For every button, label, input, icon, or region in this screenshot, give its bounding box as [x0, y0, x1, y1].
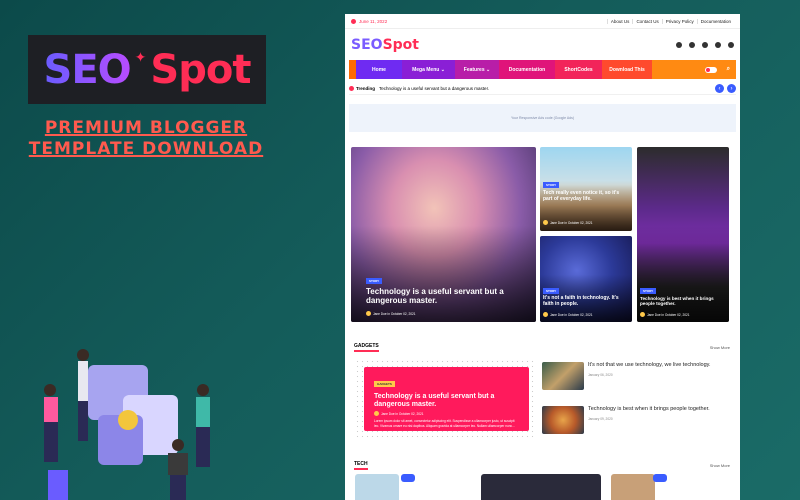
- gadget-title[interactable]: Technology is a useful servant but a dan…: [374, 393, 519, 408]
- gadget-description: Lorem ipsum dolor sit amet, consectetur …: [374, 419, 515, 428]
- featured-card-main[interactable]: STORY Technology is a useful servant but…: [351, 147, 536, 322]
- list-item[interactable]: Technology is best when it brings people…: [542, 406, 732, 434]
- featured-meta: Jane Doe in October 02, 2021: [543, 220, 593, 225]
- star-icon: ✦: [134, 49, 147, 65]
- nav-tools: ⌕: [652, 60, 736, 79]
- list-date: January 06, 2020: [588, 372, 613, 377]
- dark-mode-toggle[interactable]: [704, 66, 717, 73]
- list-thumbnail[interactable]: [542, 362, 584, 390]
- show-more-link[interactable]: Show More: [710, 345, 730, 350]
- tech-posts-row: [353, 474, 737, 500]
- tech-section-header: TECH Show More: [354, 461, 730, 470]
- story-badge: STORY: [543, 182, 560, 188]
- nav-documentation[interactable]: Documentation: [499, 60, 555, 79]
- date-text: June 11, 2022: [359, 18, 388, 24]
- category-badge: GADGETS: [374, 381, 395, 387]
- tech-thumbnail[interactable]: [481, 474, 601, 500]
- image-overlay: [540, 236, 632, 322]
- featured-card-top-right[interactable]: STORY Tech really even notice it, so it'…: [540, 147, 632, 231]
- social-links: [676, 41, 734, 48]
- main-nav: Home Mega Menu ⌄ Features ⌄ Documentatio…: [349, 60, 736, 79]
- logo-seo-text: SEO: [43, 46, 132, 93]
- section-title: GADGETS: [354, 343, 379, 352]
- nav-download[interactable]: Download This: [602, 60, 652, 79]
- website-preview: June 11, 2022 About Us Contact Us Privac…: [345, 14, 740, 500]
- list-thumbnail[interactable]: [542, 406, 584, 434]
- tech-thumbnail[interactable]: [611, 474, 655, 500]
- section-title: TECH: [354, 461, 368, 470]
- story-badge: STORY: [543, 288, 560, 294]
- featured-meta: Jane Doe in October 02, 2021: [366, 311, 416, 316]
- twitter-icon[interactable]: [715, 41, 721, 48]
- trending-bar: Trending Technology is a useful servant …: [349, 83, 736, 95]
- featured-title[interactable]: Tech really even notice it, so it's part…: [543, 190, 627, 203]
- nav-home[interactable]: Home: [356, 60, 402, 79]
- privacy-link[interactable]: Privacy Policy: [661, 18, 697, 24]
- promo-title-line2: TEMPLATE DOWNLOAD: [28, 139, 264, 159]
- featured-meta: Jane Doe in October 02, 2021: [543, 312, 593, 317]
- promo-logo: SEO ✦ Spot: [28, 35, 266, 104]
- gadgets-section-header: GADGETS Show More: [354, 343, 730, 352]
- featured-title[interactable]: Technology is a useful servant but a dan…: [366, 287, 516, 305]
- email-icon[interactable]: [728, 41, 734, 48]
- story-badge: STORY: [640, 288, 657, 294]
- list-date: January 09, 2020: [588, 416, 613, 421]
- featured-title[interactable]: It's not a faith in technology. It's fai…: [543, 295, 627, 308]
- site-header: SEO Spot: [345, 29, 740, 60]
- telegram-icon[interactable]: [702, 41, 708, 48]
- show-more-link[interactable]: Show More: [710, 463, 730, 468]
- list-title[interactable]: Technology is best when it brings people…: [588, 406, 710, 413]
- image-overlay: [540, 147, 632, 231]
- featured-card-bottom-right[interactable]: STORY It's not a faith in technology. It…: [540, 236, 632, 322]
- logo-spot-text: Spot: [150, 46, 251, 93]
- ad-placeholder: Your Responsive Ads code (Google Ads): [349, 104, 736, 132]
- featured-grid: STORY Technology is a useful servant but…: [351, 147, 735, 322]
- promo-title: PREMIUM BLOGGER TEMPLATE DOWNLOAD: [20, 118, 272, 160]
- story-badge: STORY: [366, 278, 383, 284]
- nav-accent: [349, 60, 356, 79]
- nav-shortcodes[interactable]: ShortCodes: [555, 60, 602, 79]
- tech-thumbnail[interactable]: [355, 474, 399, 500]
- list-title[interactable]: It's not that we use technology, we live…: [588, 362, 711, 369]
- featured-card-far-right[interactable]: STORY Technology is best when it brings …: [637, 147, 729, 322]
- facebook-icon[interactable]: [676, 41, 682, 48]
- tech-badge: [401, 474, 415, 482]
- promo-title-line1: PREMIUM BLOGGER: [44, 118, 248, 138]
- nav-mega-menu[interactable]: Mega Menu ⌄: [402, 60, 455, 79]
- team-puzzle-illustration: [44, 349, 210, 500]
- chevron-left-icon[interactable]: ‹: [715, 84, 724, 93]
- topbar-links: About Us Contact Us Privacy Policy Docum…: [606, 18, 734, 24]
- site-logo-part2: Spot: [382, 36, 419, 53]
- documentation-link[interactable]: Documentation: [696, 18, 734, 24]
- search-icon[interactable]: ⌕: [727, 66, 730, 73]
- contact-link[interactable]: Contact Us: [632, 18, 661, 24]
- featured-title[interactable]: Technology is best when it brings people…: [640, 296, 726, 307]
- instagram-icon[interactable]: [689, 41, 695, 48]
- calendar-icon: [351, 18, 356, 24]
- about-link[interactable]: About Us: [606, 18, 633, 24]
- topbar-date: June 11, 2022: [351, 18, 388, 24]
- trending-label: Trending: [349, 86, 375, 91]
- gadget-feature-card[interactable]: GADGETS Technology is a useful servant b…: [364, 367, 529, 431]
- site-logo-part1: SEO: [351, 36, 383, 53]
- featured-meta: Jane Doe in October 02, 2021: [640, 312, 690, 317]
- list-item[interactable]: It's not that we use technology, we live…: [542, 362, 732, 390]
- tech-badge: [653, 474, 667, 482]
- chevron-right-icon[interactable]: ›: [727, 84, 736, 93]
- site-logo[interactable]: SEO Spot: [351, 37, 419, 53]
- trending-text[interactable]: Technology is a useful servant but a dan…: [379, 86, 489, 91]
- nav-features[interactable]: Features ⌄: [455, 60, 499, 79]
- gadget-meta: Jane Doe in October 02, 2021: [374, 411, 519, 416]
- trending-arrows: ‹ ›: [715, 84, 736, 93]
- topbar: June 11, 2022 About Us Contact Us Privac…: [345, 14, 740, 29]
